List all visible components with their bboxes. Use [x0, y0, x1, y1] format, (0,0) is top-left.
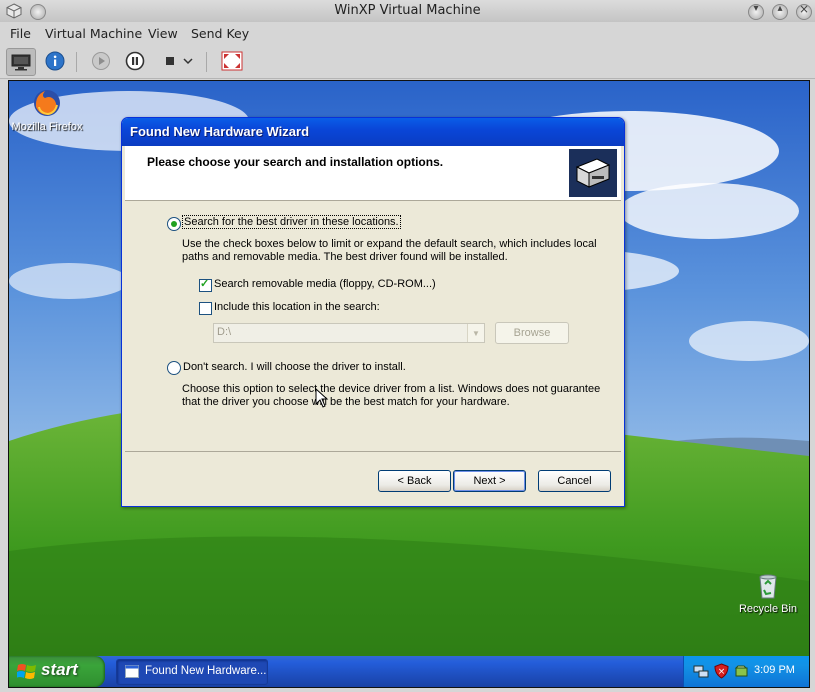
search-description: Use the check boxes below to limit or ex… [182, 238, 597, 263]
fullscreen-button[interactable] [218, 48, 246, 74]
checkbox-removable-media[interactable] [199, 277, 212, 292]
menu-send-key[interactable]: Send Key [191, 26, 249, 41]
browse-button[interactable]: Browse [495, 322, 569, 344]
mouse-cursor-icon [315, 388, 329, 408]
desktop-icon-firefox[interactable]: Mozilla Firefox [11, 87, 83, 133]
radio-dont-search[interactable] [167, 361, 181, 375]
display-icon [11, 54, 31, 71]
checkbox-include-location-label[interactable]: Include this location in the search: [214, 301, 380, 313]
chevron-down-icon[interactable]: ▼ [467, 324, 484, 342]
checkbox-include-location[interactable] [199, 302, 212, 315]
dont-search-description: Choose this option to select the device … [182, 383, 601, 408]
cancel-button[interactable]: Cancel [538, 470, 611, 492]
hardware-icon [569, 149, 617, 197]
minimize-button[interactable] [748, 3, 764, 20]
clock[interactable]: 3:09 PM [754, 664, 795, 676]
shutdown-menu-button[interactable] [180, 48, 196, 74]
dialog-separator [125, 451, 621, 452]
back-button[interactable]: < Back [378, 470, 451, 492]
location-combobox[interactable]: D:\ ▼ [213, 323, 485, 343]
radio-search[interactable] [167, 217, 181, 231]
menu-view[interactable]: View [148, 26, 178, 41]
menu-virtual-machine[interactable]: Virtual Machine [45, 26, 142, 41]
system-tray: × 3:09 PM [683, 656, 809, 687]
chevron-down-icon [183, 58, 193, 65]
windows-logo-icon [17, 664, 36, 679]
radio-dont-search-label[interactable]: Don't search. I will choose the driver t… [183, 361, 406, 373]
taskbar-item-label: Found New Hardware... [145, 665, 267, 677]
host-titlebar: WinXP Virtual Machine [0, 0, 815, 23]
hardware-tray-icon[interactable] [734, 664, 749, 679]
play-icon [92, 52, 110, 70]
taskbar-item-found-new-hardware[interactable]: Found New Hardware... [116, 659, 268, 685]
dialog-header: Please choose your search and installati… [125, 146, 621, 201]
toolbar-separator [76, 52, 77, 72]
network-icon[interactable] [693, 664, 709, 679]
pause-icon [125, 51, 145, 71]
location-value: D:\ [217, 326, 232, 338]
info-icon [45, 51, 65, 71]
svg-text:×: × [718, 667, 726, 677]
desktop-icon-label: Mozilla Firefox [11, 121, 83, 133]
window-icon [125, 665, 139, 678]
pause-button[interactable] [121, 48, 149, 74]
recycle-bin-icon [759, 574, 777, 599]
start-button[interactable]: start [9, 656, 105, 687]
vm-console[interactable]: Mozilla Firefox Recycle Bin Found New Ha… [8, 80, 810, 688]
security-shield-icon[interactable]: × [714, 663, 729, 679]
dialog-heading: Please choose your search and installati… [147, 155, 444, 169]
desktop-icon-recycle-bin[interactable]: Recycle Bin [735, 571, 801, 615]
desktop-icon-label: Recycle Bin [738, 603, 798, 615]
maximize-button[interactable] [772, 3, 788, 20]
window-title: WinXP Virtual Machine [334, 3, 481, 18]
start-label: start [41, 660, 78, 679]
toolbar [0, 44, 815, 79]
taskbar: start Found New Hardware... × 3:09 PM [9, 656, 809, 687]
fullscreen-icon [221, 51, 243, 71]
dialog-title: Found New Hardware Wizard [130, 124, 310, 139]
toolbar-separator [206, 52, 207, 72]
dialog-titlebar[interactable]: Found New Hardware Wizard [122, 118, 624, 146]
menu-file[interactable]: File [10, 26, 31, 41]
console-button[interactable] [6, 48, 36, 76]
dialog-body: Search for the best driver in these loca… [125, 201, 621, 501]
found-new-hardware-dialog: Found New Hardware Wizard Please choose … [121, 117, 625, 507]
checkbox-removable-media-label[interactable]: Search removable media (floppy, CD-ROM..… [214, 278, 436, 290]
radio-search-label[interactable]: Search for the best driver in these loca… [182, 215, 401, 229]
menubar: File Virtual Machine View Send Key [0, 22, 815, 44]
close-button[interactable] [796, 2, 812, 20]
details-button[interactable] [41, 48, 69, 74]
stop-icon [166, 57, 174, 65]
run-button[interactable] [87, 48, 115, 74]
next-button[interactable]: Next > [453, 470, 526, 492]
firefox-icon [34, 90, 60, 116]
